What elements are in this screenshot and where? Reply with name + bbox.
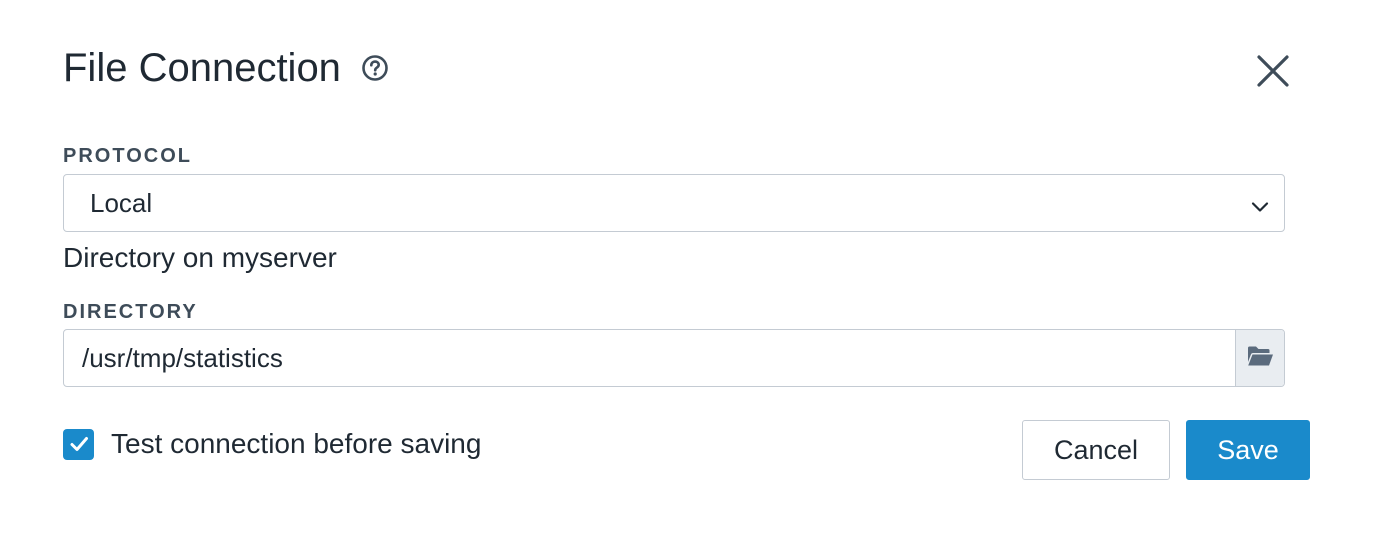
directory-field bbox=[63, 329, 1285, 387]
directory-label: DIRECTORY bbox=[63, 301, 198, 323]
protocol-description: Directory on myserver bbox=[63, 242, 337, 273]
cancel-button[interactable]: Cancel bbox=[1022, 420, 1170, 480]
protocol-label: PROTOCOL bbox=[63, 145, 192, 167]
help-circle-icon[interactable] bbox=[361, 54, 389, 82]
file-connection-dialog: File Connection PROTOCOL Local Directory… bbox=[0, 0, 1374, 534]
test-connection-checkbox-row[interactable]: Test connection before saving bbox=[63, 428, 481, 460]
check-icon bbox=[70, 437, 88, 451]
test-connection-checkbox[interactable] bbox=[63, 428, 94, 460]
folder-open-icon bbox=[1246, 345, 1274, 372]
test-connection-label: Test connection before saving bbox=[111, 428, 482, 459]
save-button[interactable]: Save bbox=[1186, 420, 1310, 480]
chevron-down-icon bbox=[1250, 193, 1270, 213]
dialog-header: File Connection bbox=[63, 40, 389, 96]
dialog-title: File Connection bbox=[63, 46, 341, 90]
protocol-selected-value: Local bbox=[90, 187, 153, 218]
directory-input[interactable] bbox=[64, 330, 1235, 386]
protocol-select[interactable]: Local bbox=[63, 174, 1285, 232]
browse-directory-button[interactable] bbox=[1235, 330, 1284, 386]
close-icon[interactable] bbox=[1254, 52, 1292, 90]
